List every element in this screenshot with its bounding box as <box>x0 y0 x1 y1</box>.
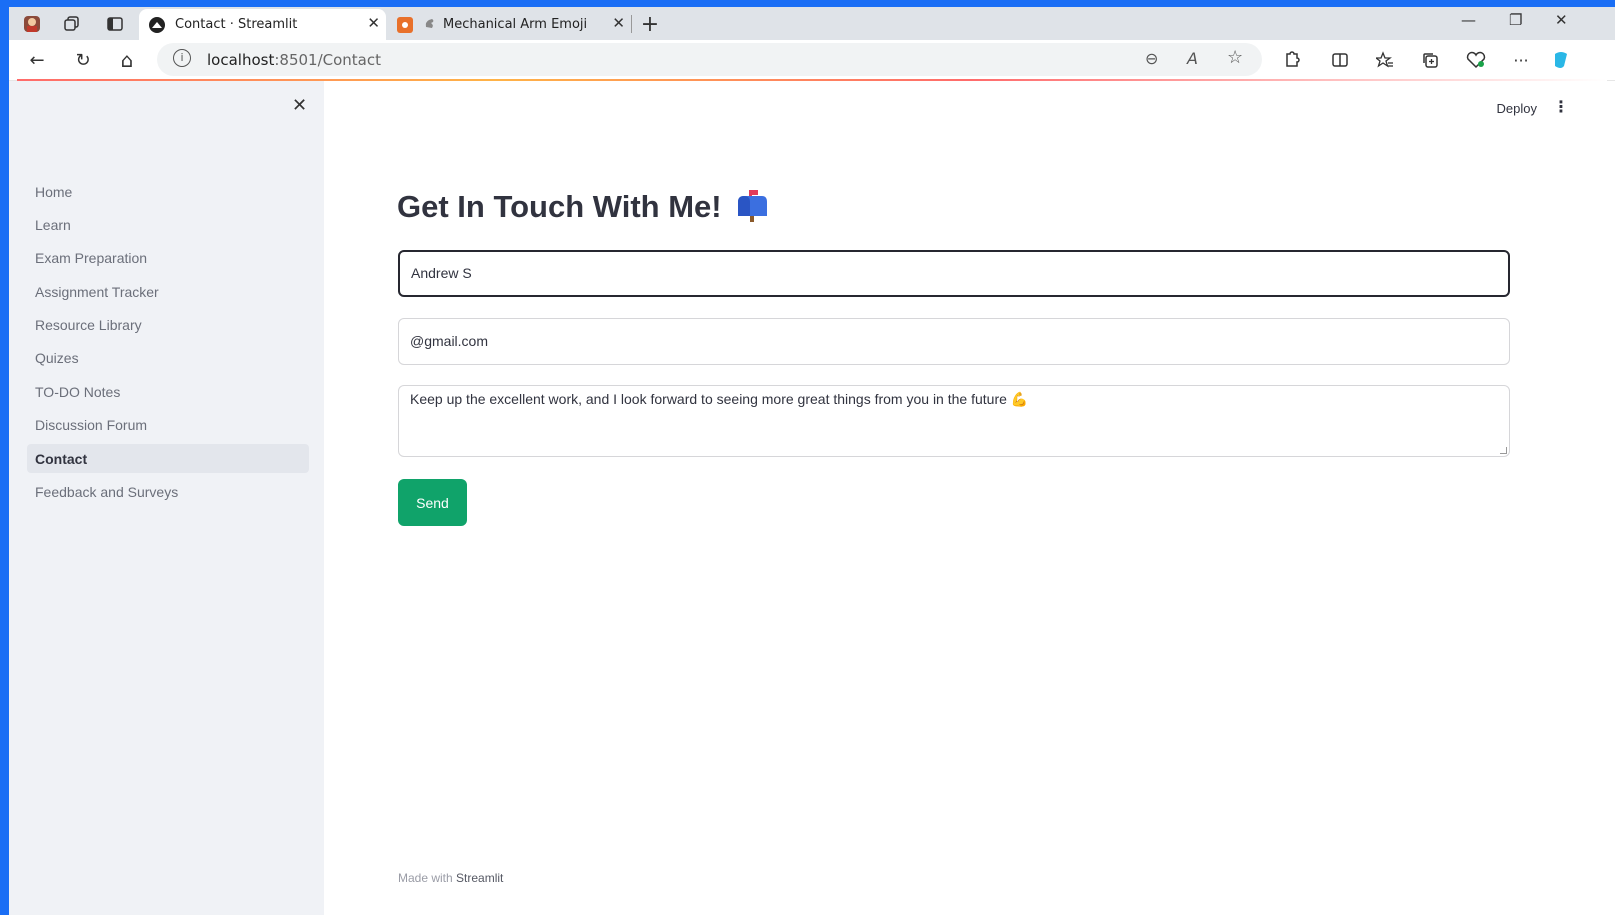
extensions-icon[interactable] <box>1279 48 1303 72</box>
tab-title: Contact · Streamlit <box>175 17 298 32</box>
message-text: Keep up the excellent work, and I look f… <box>410 391 1029 407</box>
workspaces-icon[interactable] <box>59 11 85 37</box>
page-title-text: Get In Touch With Me! <box>397 189 722 224</box>
tab-mechanical-arm-emoji[interactable]: Mechanical Arm Emoji ✕ <box>387 9 631 40</box>
send-button[interactable]: Send <box>398 479 467 526</box>
favorite-star-icon[interactable]: ☆ <box>1227 47 1243 68</box>
name-input[interactable]: Andrew S <box>398 250 1510 297</box>
reload-icon[interactable]: ↻ <box>71 48 95 72</box>
url-host: localhost <box>207 51 275 69</box>
browser-toolbar: ← ↻ ⌂ i localhost:8501/Contact ⊖ A ☆ ··· <box>9 40 1615 81</box>
close-tab-icon[interactable]: ✕ <box>367 14 380 32</box>
more-options-icon[interactable]: ··· <box>1509 48 1533 72</box>
home-icon[interactable]: ⌂ <box>115 48 139 72</box>
close-tab-icon[interactable]: ✕ <box>612 14 625 32</box>
copilot-icon[interactable] <box>1549 48 1573 72</box>
sidebar-item-feedback-and-surveys[interactable]: Feedback and Surveys <box>27 478 309 507</box>
site-favicon-icon <box>397 16 413 33</box>
sidebar-item-todo-notes[interactable]: TO-DO Notes <box>27 377 309 406</box>
close-sidebar-icon[interactable]: ✕ <box>292 95 307 116</box>
sidebar-item-resource-library[interactable]: Resource Library <box>27 311 309 340</box>
main-content: Deploy ⋮ Get In Touch With Me! Andrew S … <box>324 81 1615 915</box>
sidebar-item-assignment-tracker[interactable]: Assignment Tracker <box>27 277 309 306</box>
tab-strip: Contact · Streamlit ✕ Mechanical Arm Emo… <box>9 7 1615 40</box>
browser-window: Contact · Streamlit ✕ Mechanical Arm Emo… <box>9 7 1615 915</box>
sidebar-item-exam-preparation[interactable]: Exam Preparation <box>27 244 309 273</box>
zoom-out-icon[interactable]: ⊖ <box>1145 49 1158 68</box>
resize-handle-icon[interactable] <box>1500 447 1507 454</box>
sidebar-item-contact[interactable]: Contact <box>27 444 309 474</box>
main-menu-icon[interactable]: ⋮ <box>1553 97 1569 117</box>
deploy-button[interactable]: Deploy <box>1497 101 1537 116</box>
collections-icon[interactable] <box>1418 48 1442 72</box>
split-screen-icon[interactable] <box>1328 48 1352 72</box>
address-bar[interactable]: i localhost:8501/Contact ⊖ A ☆ <box>157 43 1262 76</box>
url-path: :8501/Contact <box>274 51 381 69</box>
tab-separator <box>631 15 632 33</box>
sidebar-item-home[interactable]: Home <box>27 177 309 206</box>
tab-actions-icon[interactable] <box>102 11 128 37</box>
footer: Made with Streamlit <box>398 871 503 885</box>
favorites-icon[interactable] <box>1373 48 1397 72</box>
minimize-icon[interactable]: — <box>1461 11 1476 29</box>
tab-title: Mechanical Arm Emoji <box>443 17 588 32</box>
message-textarea[interactable]: Keep up the excellent work, and I look f… <box>398 385 1510 457</box>
footer-prefix: Made with <box>398 871 457 885</box>
sidebar-item-quizes[interactable]: Quizes <box>27 344 309 373</box>
arm-icon <box>423 16 437 34</box>
read-aloud-icon[interactable]: A <box>1187 49 1198 68</box>
url-text[interactable]: localhost:8501/Contact <box>207 51 381 69</box>
footer-brand-link[interactable]: Streamlit <box>456 871 503 885</box>
email-input[interactable]: @gmail.com <box>398 318 1510 365</box>
browser-essentials-icon[interactable] <box>1464 48 1488 72</box>
profile-icon[interactable] <box>19 11 45 37</box>
sidebar-nav: Home Learn Exam Preparation Assignment T… <box>27 177 309 511</box>
page-title: Get In Touch With Me! <box>397 189 768 225</box>
new-tab-icon[interactable]: + <box>637 11 663 37</box>
site-info-icon[interactable]: i <box>173 49 191 67</box>
tab-contact-streamlit[interactable]: Contact · Streamlit ✕ <box>139 9 386 40</box>
window-close-icon[interactable]: ✕ <box>1555 11 1568 29</box>
sidebar: ✕ Home Learn Exam Preparation Assignment… <box>9 81 324 915</box>
sidebar-item-discussion-forum[interactable]: Discussion Forum <box>27 411 309 440</box>
sidebar-item-learn[interactable]: Learn <box>27 210 309 239</box>
mailbox-icon <box>736 190 768 222</box>
restore-icon[interactable]: ❐ <box>1509 11 1522 29</box>
streamlit-favicon-icon <box>149 16 165 33</box>
back-icon[interactable]: ← <box>25 48 49 72</box>
